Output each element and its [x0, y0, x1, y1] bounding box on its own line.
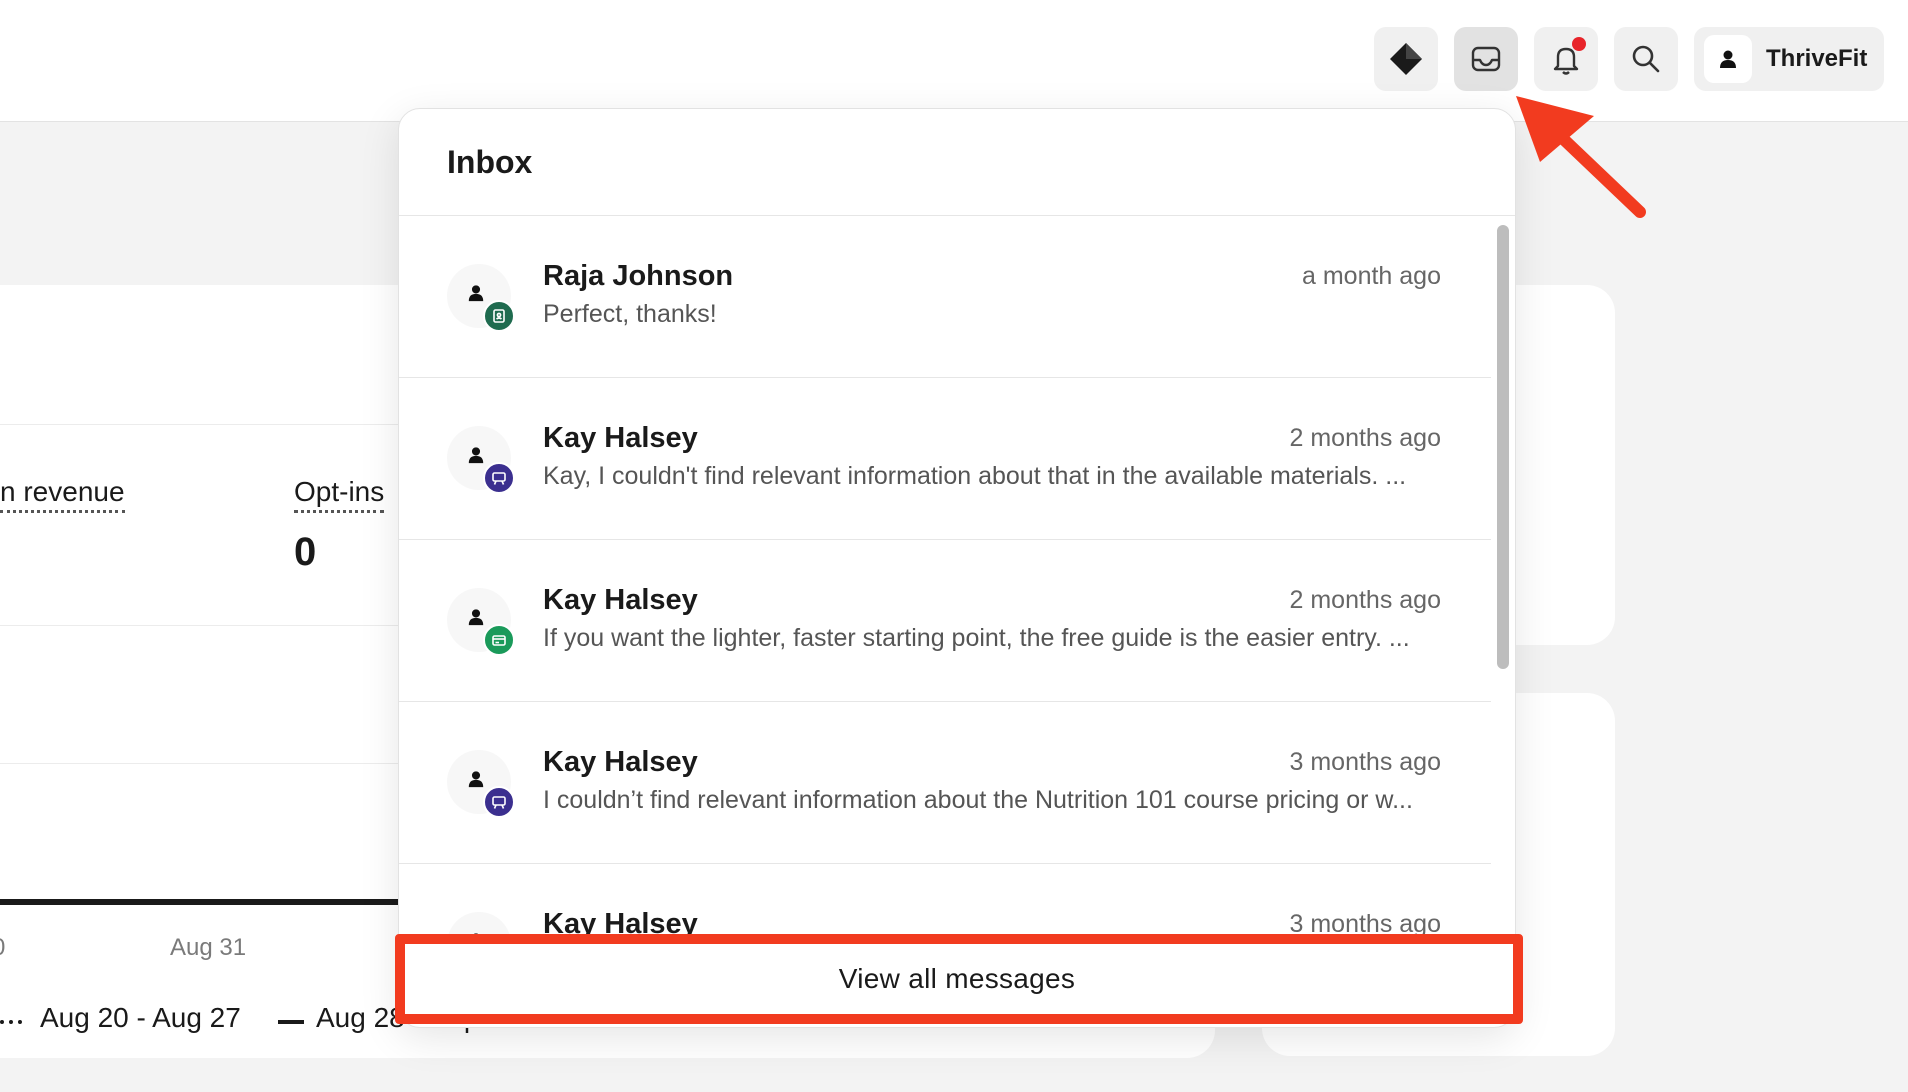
message-item[interactable]: Raja Johnson a month ago Perfect, thanks…: [399, 216, 1491, 378]
avatar: [447, 588, 515, 656]
metric-optins-value: 0: [294, 530, 317, 574]
card-divider: [0, 625, 420, 626]
account-name: ThriveFit: [1766, 45, 1868, 72]
message-time: a month ago: [1302, 262, 1441, 290]
message-time: 2 months ago: [1289, 424, 1442, 452]
inbox-dropdown: Inbox Raja Johnson a month ago Perfect, …: [398, 108, 1516, 1028]
message-sender: Raja Johnson: [543, 260, 734, 292]
avatar: [447, 912, 511, 936]
message-time: 3 months ago: [1289, 910, 1442, 936]
presentation-icon: [483, 786, 515, 818]
inbox-button[interactable]: [1454, 27, 1518, 91]
metric-optins-label[interactable]: Opt-ins: [294, 474, 385, 513]
chart-series-line: [0, 899, 400, 905]
scrollbar-thumb[interactable]: [1497, 225, 1509, 669]
user-icon: [468, 771, 484, 788]
user-icon: [468, 447, 484, 464]
axis-tick: 0: [0, 934, 5, 962]
message-item[interactable]: Kay Halsey 2 months ago If you want the …: [399, 540, 1491, 702]
message-time: 3 months ago: [1289, 748, 1442, 776]
user-icon: [468, 285, 484, 302]
dashboard-card-right-top: [1500, 285, 1615, 645]
legend-solid-marker: [278, 1020, 304, 1024]
account-avatar: [1704, 35, 1752, 83]
arrow-annotation-icon: [1516, 96, 1646, 218]
user-icon: [1720, 50, 1736, 68]
message-time: 2 months ago: [1289, 586, 1442, 614]
message-item[interactable]: Kay Halsey 3 months ago I couldn’t find …: [399, 702, 1491, 864]
search-icon: [1632, 45, 1660, 73]
card-divider: [0, 424, 420, 425]
notifications-button[interactable]: [1534, 27, 1598, 91]
contact-card-icon: [483, 300, 515, 332]
inbox-icon: [1471, 46, 1501, 72]
message-preview: Kay, I couldn't find relevant informatio…: [543, 462, 1407, 490]
diamond-icon: [1390, 43, 1422, 75]
card-divider: [0, 763, 420, 764]
message-preview: If you want the lighter, faster starting…: [543, 624, 1410, 652]
presentation-icon: [483, 462, 515, 494]
user-icon: [468, 609, 484, 626]
avatar: [447, 264, 515, 332]
account-menu-button[interactable]: ThriveFit: [1694, 27, 1884, 91]
credit-card-icon: [483, 624, 515, 656]
inbox-title: Inbox: [399, 109, 1515, 216]
message-sender: Kay Halsey: [543, 422, 698, 454]
metric-revenue-label[interactable]: n revenue: [0, 474, 125, 513]
diamond-button[interactable]: [1374, 27, 1438, 91]
message-sender: Kay Halsey: [543, 908, 698, 936]
message-preview: Perfect, thanks!: [543, 300, 717, 328]
message-preview: I couldn’t find relevant information abo…: [543, 786, 1413, 814]
legend-previous-range: Aug 20 - Aug 27: [40, 1002, 241, 1033]
avatar: [447, 426, 515, 494]
legend-dotted-marker: [0, 1020, 22, 1024]
search-button[interactable]: [1614, 27, 1678, 91]
inbox-message-list[interactable]: Raja Johnson a month ago Perfect, thanks…: [399, 216, 1491, 936]
highlight-annotation: [395, 934, 1523, 1024]
message-item[interactable]: Kay Halsey 2 months ago Kay, I couldn't …: [399, 378, 1491, 540]
inbox-scrollbar[interactable]: [1493, 221, 1513, 941]
message-sender: Kay Halsey: [543, 584, 698, 616]
notification-dot: [1572, 37, 1586, 51]
message-item[interactable]: Kay Halsey 3 months ago: [399, 864, 1491, 936]
axis-tick: Aug 31: [170, 934, 247, 961]
message-sender: Kay Halsey: [543, 746, 698, 778]
avatar: [447, 750, 515, 818]
